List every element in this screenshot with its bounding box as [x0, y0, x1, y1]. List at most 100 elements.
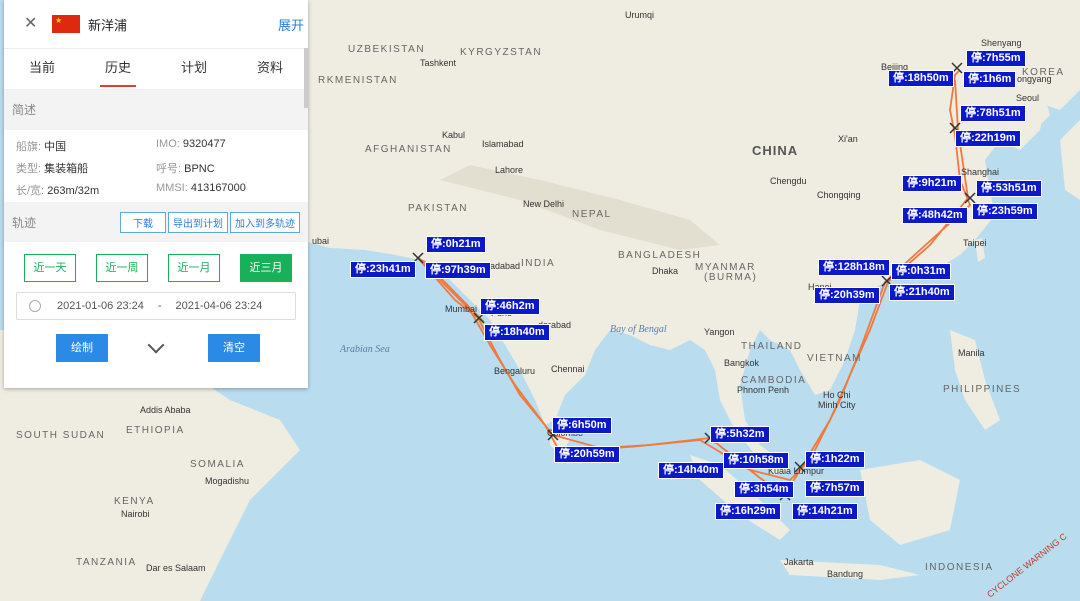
flag-icon: ★	[52, 15, 80, 33]
stop-label[interactable]: 停:3h54m	[734, 481, 794, 498]
place-label: Minh City	[818, 400, 856, 410]
place-label: Ho Chi	[823, 390, 851, 400]
place-label: Nairobi	[121, 509, 150, 519]
stop-label[interactable]: 停:14h40m	[658, 462, 724, 479]
info-value: 中国	[44, 141, 67, 153]
range-buttons: 近一天 近一周 近一月 近三月	[4, 242, 308, 282]
stop-label[interactable]: 停:128h18m	[818, 259, 890, 276]
place-label: Addis Ababa	[140, 405, 191, 415]
tab-profile[interactable]: 资料	[232, 49, 308, 89]
place-label: Tashkent	[420, 58, 457, 68]
tab-plan[interactable]: 计划	[156, 49, 232, 89]
info-key: 呼号:	[156, 163, 182, 175]
stop-label[interactable]: 停:20h59m	[554, 446, 620, 463]
stop-label[interactable]: 停:18h50m	[888, 70, 954, 87]
info-value: 集装箱船	[44, 163, 89, 175]
stop-label[interactable]: 停:0h31m	[891, 263, 951, 280]
place-label: Dhaka	[652, 266, 678, 276]
place-label: INDONESIA	[925, 562, 994, 573]
export-plan-button[interactable]: 导出到计划	[168, 212, 228, 233]
place-label: New Delhi	[523, 199, 564, 209]
date-end[interactable]: 2021-04-06 23:24	[176, 300, 263, 312]
close-icon[interactable]: ✕	[24, 16, 38, 32]
place-label: BANGLADESH	[618, 250, 701, 261]
ship-info-panel: ✕ ★ 新洋浦 展开 当前 历史 计划 资料 简述 船旗: 中国 IMO: 93…	[4, 0, 308, 388]
place-label: Chennai	[551, 364, 585, 374]
place-label: Bengaluru	[494, 366, 535, 376]
date-range-picker[interactable]: 2021-01-06 23:24 - 2021-04-06 23:24	[16, 292, 296, 320]
date-separator: -	[157, 300, 162, 312]
info-value: BPNC	[184, 163, 215, 175]
stop-label[interactable]: 停:7h57m	[805, 480, 865, 497]
stop-label[interactable]: 停:14h21m	[792, 503, 858, 520]
range-month-button[interactable]: 近一月	[168, 254, 220, 282]
track-title: 轨迹	[12, 215, 37, 230]
tab-history[interactable]: 历史	[80, 49, 156, 89]
place-label: UZBEKISTAN	[348, 44, 425, 55]
action-row: 绘制 清空	[4, 320, 308, 362]
tab-current[interactable]: 当前	[4, 49, 80, 89]
add-multi-track-button[interactable]: 加入到多轨迹	[230, 212, 300, 233]
date-start[interactable]: 2021-01-06 23:24	[57, 300, 144, 312]
stop-label[interactable]: 停:6h50m	[552, 417, 612, 434]
info-value: 413167000	[190, 182, 246, 194]
stop-label[interactable]: 停:10h58m	[723, 452, 789, 469]
summary-title: 简述	[4, 90, 308, 130]
info-key: IMO:	[156, 138, 180, 150]
place-label: Bangkok	[724, 358, 760, 368]
place-label: Urumqi	[625, 10, 654, 20]
place-label: Islamabad	[482, 139, 524, 149]
place-label: Mogadishu	[205, 476, 249, 486]
place-label: KYRGYZSTAN	[460, 47, 542, 58]
expand-link[interactable]: 展开	[278, 15, 304, 34]
place-label: Taipei	[963, 238, 987, 248]
place-label: Phnom Penh	[737, 385, 789, 395]
place-label: PHILIPPINES	[943, 384, 1021, 395]
place-label: Shenyang	[981, 38, 1022, 48]
place-label: Yangon	[704, 327, 734, 337]
stop-label[interactable]: 停:18h40m	[484, 324, 550, 341]
stop-label[interactable]: 停:21h40m	[889, 284, 955, 301]
stop-label[interactable]: 停:46h2m	[480, 298, 540, 315]
stop-label[interactable]: 停:1h6m	[963, 71, 1017, 88]
stop-label[interactable]: 停:5h32m	[710, 426, 770, 443]
sea-label: Arabian Sea	[339, 344, 390, 355]
stop-label[interactable]: 停:9h21m	[902, 175, 962, 192]
place-label: VIETNAM	[807, 353, 862, 364]
place-label: TANZANIA	[76, 557, 137, 568]
stop-label[interactable]: 停:22h19m	[955, 130, 1021, 147]
chevron-down-icon[interactable]	[147, 336, 165, 354]
stop-label[interactable]: 停:48h42m	[902, 207, 968, 224]
stop-label[interactable]: 停:78h51m	[960, 105, 1026, 122]
stop-label[interactable]: 停:20h39m	[814, 287, 880, 304]
stop-label[interactable]: 停:23h59m	[972, 203, 1038, 220]
range-day-button[interactable]: 近一天	[24, 254, 76, 282]
info-value: 263m/32m	[47, 185, 100, 197]
stop-label[interactable]: 停:7h55m	[966, 50, 1026, 67]
stop-label[interactable]: 停:0h21m	[426, 236, 486, 253]
place-label: KENYA	[114, 496, 155, 507]
place-label: Dar es Salaam	[146, 563, 206, 573]
panel-tabs: 当前 历史 计划 资料	[4, 49, 308, 90]
download-button[interactable]: 下载	[120, 212, 166, 233]
place-label: Shanghai	[961, 167, 999, 177]
clear-button[interactable]: 清空	[208, 334, 260, 362]
place-label: Mumbai	[445, 304, 477, 314]
place-label: Lahore	[495, 165, 523, 175]
place-label: ubai	[312, 236, 329, 246]
place-label: INDIA	[521, 258, 555, 269]
draw-button[interactable]: 绘制	[56, 334, 108, 362]
stop-label[interactable]: 停:53h51m	[976, 180, 1042, 197]
place-label: SOUTH SUDAN	[16, 430, 105, 441]
place-label: Kabul	[442, 130, 465, 140]
place-label: NEPAL	[572, 209, 612, 220]
range-3month-button[interactable]: 近三月	[240, 254, 292, 282]
place-label: adabad	[490, 261, 520, 271]
stop-label[interactable]: 停:97h39m	[425, 262, 491, 279]
stop-label[interactable]: 停:16h29m	[715, 503, 781, 520]
range-week-button[interactable]: 近一周	[96, 254, 148, 282]
stop-label[interactable]: 停:1h22m	[805, 451, 865, 468]
place-label: Manila	[958, 348, 985, 358]
place-label: SOMALIA	[190, 459, 245, 470]
stop-label[interactable]: 停:23h41m	[350, 261, 416, 278]
